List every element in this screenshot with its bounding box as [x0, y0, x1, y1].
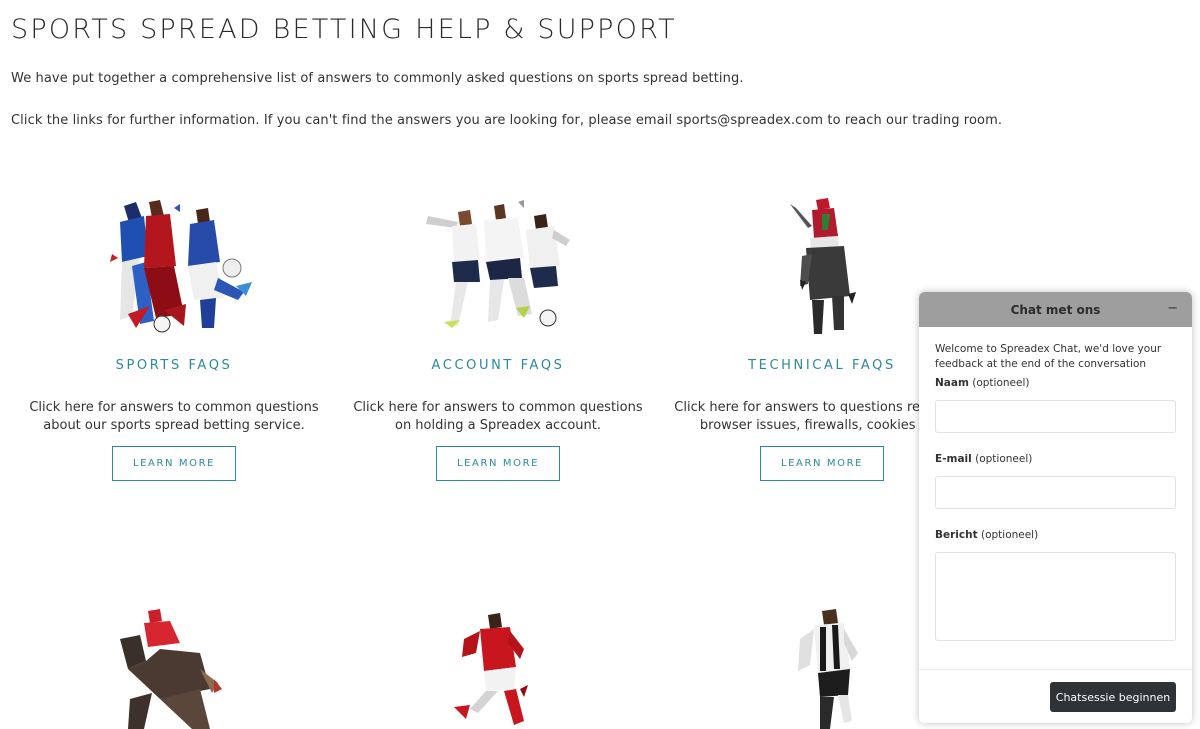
email-field-label: E-mail (optioneel)	[935, 453, 1176, 465]
card-title: SPORTS FAQS	[115, 358, 233, 373]
optional-tag: (optioneel)	[975, 453, 1033, 465]
card-description-line: on holding a Spreadex account.	[394, 418, 601, 433]
footballers-illustration	[24, 196, 324, 346]
message-label-text: Bericht	[935, 529, 978, 541]
page-title: SPORTS SPREAD BETTING HELP & SUPPORT	[11, 14, 677, 45]
optional-tag: (optioneel)	[980, 529, 1039, 541]
card-description: Click here for answers to common questio…	[24, 399, 324, 435]
contact-text-before: Click the links for further information.…	[11, 113, 677, 128]
card-description-line: about our sports spread betting service.	[43, 418, 305, 433]
technical-faqs-learn-more-button[interactable]: LEARN MORE	[760, 446, 884, 481]
racehorse-illustration	[100, 609, 250, 729]
name-label-text: Naam	[935, 377, 969, 389]
card-description: Click here for answers to common questio…	[348, 399, 648, 435]
message-field-label: Bericht (optioneel)	[935, 529, 1176, 541]
account-faqs-learn-more-button[interactable]: LEARN MORE	[436, 446, 560, 481]
chat-widget: Chat met ons − Welcome to Spreadex Chat,…	[919, 292, 1192, 723]
footballers-illustration	[348, 196, 648, 346]
chat-footer: Chatsessie beginnen	[919, 669, 1192, 723]
card-description-line: Click here for answers to common questio…	[353, 400, 643, 415]
intro-text: We have put together a comprehensive lis…	[11, 71, 744, 86]
support-email-link[interactable]: sports@spreadex.com	[676, 113, 823, 128]
message-field[interactable]	[935, 552, 1176, 641]
account-faqs-card: ACCOUNT FAQS Click here for answers to c…	[348, 196, 648, 481]
chat-header[interactable]: Chat met ons −	[919, 292, 1192, 327]
card-description-line: Click here for answers to common questio…	[29, 400, 319, 415]
chat-title: Chat met ons	[1010, 302, 1101, 317]
name-field-label: Naam (optioneel)	[935, 377, 1176, 389]
footballer-striped-kit-illustration	[760, 609, 910, 729]
card-title: ACCOUNT FAQS	[431, 358, 565, 373]
footballer-red-kit-illustration	[424, 609, 574, 729]
name-field[interactable]	[935, 400, 1176, 433]
contact-text: Click the links for further information.…	[11, 113, 1002, 128]
minimize-icon[interactable]: −	[1167, 301, 1178, 316]
chat-welcome-message: Welcome to Spreadex Chat, we'd love your…	[935, 343, 1162, 370]
sports-faqs-card: SPORTS FAQS Click here for answers to co…	[24, 196, 324, 481]
contact-text-after: to reach our trading room.	[823, 113, 1003, 128]
optional-tag: (optioneel)	[972, 377, 1030, 389]
email-field[interactable]	[935, 476, 1176, 509]
chat-body: Welcome to Spreadex Chat, we'd love your…	[919, 327, 1192, 641]
start-chat-button[interactable]: Chatsessie beginnen	[1050, 682, 1176, 712]
sports-faqs-learn-more-button[interactable]: LEARN MORE	[112, 446, 236, 481]
email-label-text: E-mail	[935, 453, 972, 465]
